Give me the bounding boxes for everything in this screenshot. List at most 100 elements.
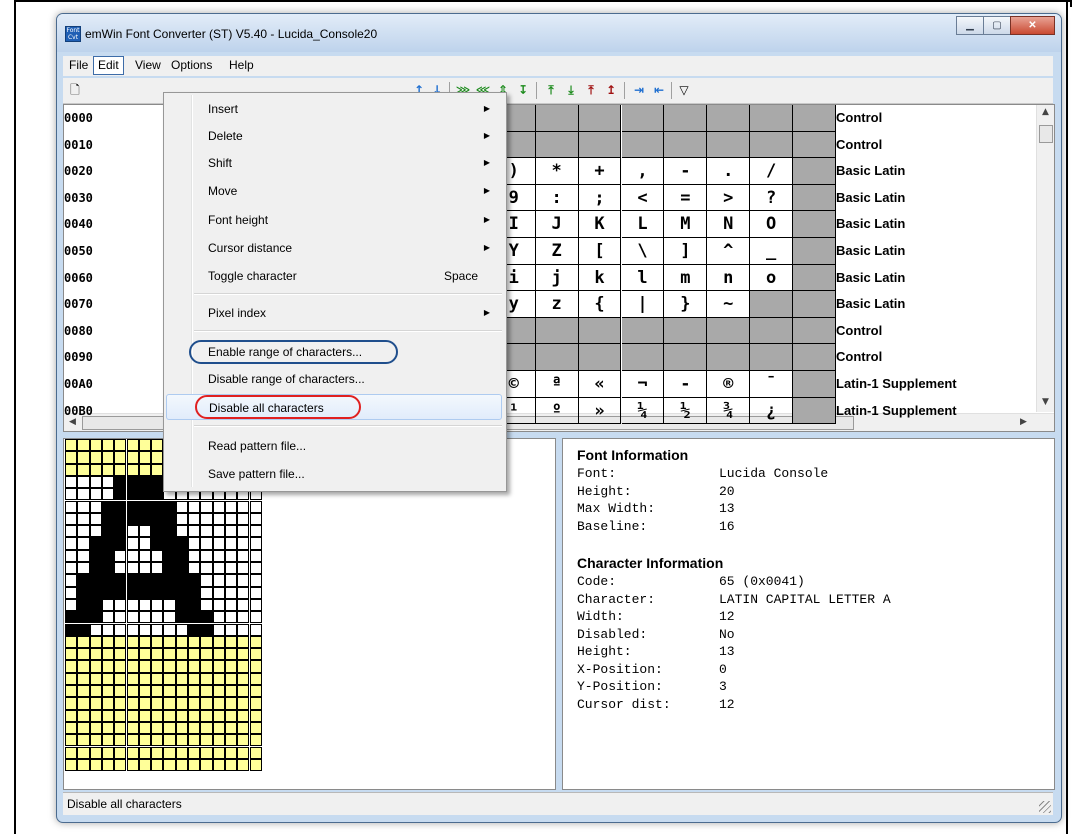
pixel[interactable] — [138, 721, 152, 735]
pixel[interactable] — [151, 537, 164, 550]
pixel[interactable] — [175, 709, 188, 722]
pixel[interactable] — [212, 734, 225, 747]
pixel[interactable] — [175, 586, 188, 599]
pixel[interactable] — [200, 562, 213, 575]
pixel[interactable] — [114, 746, 127, 759]
pixel[interactable] — [175, 758, 188, 772]
pixel[interactable] — [163, 512, 176, 526]
pixel[interactable] — [114, 562, 127, 575]
pixel[interactable] — [126, 635, 139, 649]
pixel[interactable] — [237, 500, 250, 513]
pixel[interactable] — [212, 746, 225, 759]
pixel[interactable] — [101, 512, 115, 526]
pixel[interactable] — [200, 648, 213, 661]
pixel[interactable] — [77, 721, 90, 735]
pixel[interactable] — [237, 623, 250, 636]
pixel[interactable] — [237, 660, 250, 673]
pixel[interactable] — [212, 685, 225, 698]
pixel[interactable] — [138, 463, 152, 476]
menu-item-cursor-distance[interactable]: Cursor distance ▶ — [166, 235, 502, 261]
move-right-icon[interactable]: ⇥ — [631, 82, 647, 99]
pixel[interactable] — [65, 598, 78, 612]
char-cell[interactable]: . — [707, 158, 751, 185]
pixel[interactable] — [200, 537, 213, 550]
pixel[interactable] — [114, 709, 127, 722]
menu-help[interactable]: Help — [225, 57, 258, 74]
pixel[interactable] — [175, 562, 188, 575]
pixel[interactable] — [138, 672, 152, 685]
pixel[interactable] — [200, 611, 213, 624]
maximize-button[interactable]: ▢ — [983, 16, 1011, 35]
pixel[interactable] — [126, 463, 139, 476]
pixel[interactable] — [126, 758, 139, 772]
pixel[interactable] — [224, 734, 238, 747]
char-cell[interactable] — [621, 344, 665, 371]
pixel[interactable] — [126, 586, 139, 599]
pixel[interactable] — [126, 672, 139, 685]
pixel[interactable] — [77, 512, 90, 526]
pixel[interactable] — [163, 562, 176, 575]
pixel[interactable] — [89, 562, 102, 575]
pixel[interactable] — [175, 685, 188, 698]
pixel[interactable] — [126, 512, 139, 526]
pixel[interactable] — [101, 746, 115, 759]
char-cell[interactable]: l — [621, 264, 665, 292]
pixel[interactable] — [65, 709, 78, 722]
pixel[interactable] — [114, 586, 127, 599]
pixel[interactable] — [200, 500, 213, 513]
pixel[interactable] — [114, 672, 127, 685]
pixel[interactable] — [237, 746, 250, 759]
pixel[interactable] — [249, 734, 262, 747]
pixel[interactable] — [101, 475, 115, 489]
pixel[interactable] — [188, 660, 201, 673]
pixel[interactable] — [89, 549, 102, 562]
pixel[interactable] — [126, 574, 139, 587]
pixel[interactable] — [237, 512, 250, 526]
pixel[interactable] — [65, 451, 78, 464]
pixel[interactable] — [138, 586, 152, 599]
pixel[interactable] — [151, 500, 164, 513]
pixel[interactable] — [114, 463, 127, 476]
pixel[interactable] — [212, 512, 225, 526]
resize-grip-icon[interactable] — [1039, 801, 1051, 813]
pixel[interactable] — [151, 648, 164, 661]
scroll-thumb[interactable] — [1039, 125, 1053, 143]
pixel[interactable] — [151, 525, 164, 538]
char-cell[interactable] — [664, 344, 708, 371]
pixel[interactable] — [237, 648, 250, 661]
pixel[interactable] — [114, 500, 127, 513]
pixel[interactable] — [163, 525, 176, 538]
pixel[interactable] — [163, 734, 176, 747]
pixel[interactable] — [126, 697, 139, 710]
pixel[interactable] — [200, 758, 213, 772]
pixel[interactable] — [175, 697, 188, 710]
pixel[interactable] — [126, 660, 139, 673]
pixel[interactable] — [77, 697, 90, 710]
pixel[interactable] — [114, 648, 127, 661]
pixel[interactable] — [200, 512, 213, 526]
char-cell[interactable] — [750, 317, 794, 345]
char-cell[interactable] — [750, 344, 794, 371]
pixel[interactable] — [212, 721, 225, 735]
char-cell[interactable]: ¿ — [750, 397, 794, 425]
pixel[interactable] — [249, 648, 262, 661]
pixel[interactable] — [77, 525, 90, 538]
pixel[interactable] — [237, 758, 250, 772]
pixel[interactable] — [200, 672, 213, 685]
pixel[interactable] — [65, 562, 78, 575]
filter-icon[interactable]: ▽ — [676, 82, 692, 99]
pixel[interactable] — [212, 660, 225, 673]
pixel[interactable] — [126, 475, 139, 489]
pixel[interactable] — [188, 734, 201, 747]
pixel[interactable] — [77, 660, 90, 673]
move-bottom-icon[interactable]: ⤓ — [563, 82, 579, 99]
pixel[interactable] — [77, 574, 90, 587]
char-cell[interactable] — [707, 317, 751, 345]
char-cell[interactable] — [578, 317, 622, 345]
pixel[interactable] — [200, 734, 213, 747]
pixel[interactable] — [138, 660, 152, 673]
char-cell[interactable] — [793, 317, 836, 345]
pixel[interactable] — [188, 598, 201, 612]
char-cell[interactable] — [793, 184, 836, 212]
pixel[interactable] — [114, 697, 127, 710]
